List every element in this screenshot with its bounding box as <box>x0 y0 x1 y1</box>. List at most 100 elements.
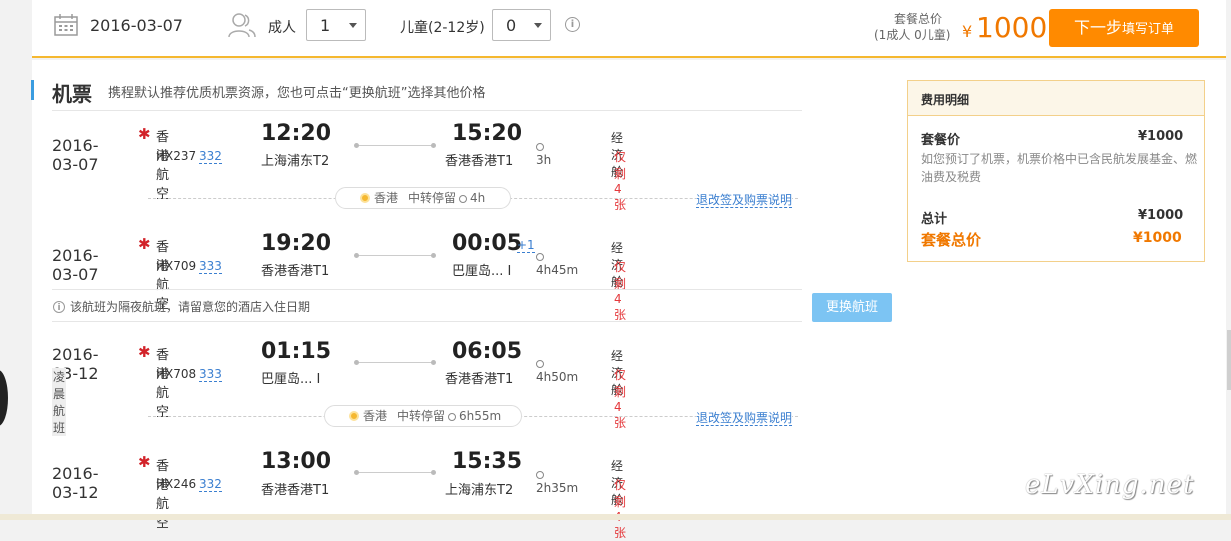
transfer-icon <box>349 411 359 421</box>
transfer-badge: 香港 中转停留 4h <box>335 187 511 209</box>
seats-left: 仅剩4张 <box>614 150 627 212</box>
flight-date: 2016-03-12 <box>52 464 99 502</box>
section-title: 机票 <box>52 82 92 106</box>
package-price-note: 如您预订了机票，机票价格中已含民航发展基金、燃油费及税费 <box>921 152 1198 184</box>
flight-number: HX709 <box>156 259 197 273</box>
section-divider <box>52 110 802 111</box>
airline-logo-icon: ✱ <box>138 453 151 471</box>
notice-divider <box>52 289 802 290</box>
transfer-text: 中转停留 <box>397 409 446 423</box>
route-line <box>356 362 434 363</box>
transfer-duration: 6h55m <box>459 409 502 423</box>
page-edge-shadow <box>0 370 8 426</box>
departure-airport: 巴厘岛... I <box>261 372 321 387</box>
flight-duration: 4h50m <box>536 356 578 384</box>
watermark: eLvXing.net <box>1025 470 1195 500</box>
aircraft-model-link[interactable]: 332 <box>199 477 222 492</box>
adult-value: 1 <box>320 16 331 35</box>
transfer-icon <box>360 193 370 203</box>
seats-left: 仅剩4张 <box>614 368 627 430</box>
flight-duration: 2h35m <box>536 467 578 495</box>
route-dot <box>431 253 436 258</box>
total-label: 套餐总价 <box>894 12 943 26</box>
package-total-label: 套餐总价 <box>921 231 982 249</box>
package-price-value: ¥1000 <box>1138 129 1184 144</box>
seats-left: 仅剩4张 <box>614 478 627 540</box>
flight-number: HX246 <box>156 477 197 491</box>
change-flight-button[interactable]: 更换航班 <box>812 293 892 322</box>
refund-change-rules-link[interactable]: 退改签及购票说明 <box>696 411 793 426</box>
next-step-sub: 填写订单 <box>1122 22 1175 37</box>
departure-airport: 上海浦东T2 <box>261 154 330 169</box>
arrival-airport: 香港香港T1 <box>445 154 514 169</box>
flight-duration: 3h <box>536 139 551 167</box>
info-icon[interactable]: i <box>565 17 580 32</box>
adult-select[interactable]: 1 <box>306 9 366 41</box>
departure-time: 13:00 <box>261 449 332 474</box>
subtotal-label: 总计 <box>921 212 948 227</box>
departure-time: 12:20 <box>261 121 332 146</box>
arrival-airport: 巴厘岛... I <box>452 264 512 279</box>
package-total-value: ¥1000 <box>1133 230 1182 246</box>
duration-value: 4h50m <box>536 370 579 384</box>
arrival-time: 00:05 <box>452 231 523 256</box>
departure-airport: 香港香港T1 <box>261 264 330 279</box>
bottom-strip <box>0 514 1231 520</box>
transfer-city: 香港 <box>374 191 399 205</box>
aircraft-model-link[interactable]: 333 <box>199 259 222 274</box>
clock-icon <box>536 360 544 368</box>
early-morning-tag: 凌晨航班 <box>52 368 67 436</box>
airline-logo-icon: ✱ <box>138 235 151 253</box>
route-line <box>356 255 434 256</box>
airline-name: 香港航空 <box>156 130 170 202</box>
departure-time: 19:20 <box>261 231 332 256</box>
clock-icon <box>459 195 468 203</box>
calendar-icon[interactable] <box>54 14 78 36</box>
adult-label: 成人 <box>268 20 296 36</box>
notice-divider <box>52 321 802 322</box>
child-select[interactable]: 0 <box>492 9 551 41</box>
clock-icon <box>536 471 544 479</box>
total-price: 1000 <box>976 11 1048 44</box>
booking-topbar: 2016-03-07 成人 1 儿童(2-12岁) 0 i 套餐总价 (1成人 … <box>32 0 1226 58</box>
info-icon: i <box>53 301 65 313</box>
duration-value: 4h45m <box>536 263 579 277</box>
aircraft-model-link[interactable]: 333 <box>199 367 222 382</box>
next-step-button[interactable]: 下一步填写订单 <box>1049 9 1199 47</box>
overnight-notice: 该航班为隔夜航班，请留意您的酒店入住日期 <box>70 300 311 314</box>
currency-symbol: ¥ <box>962 22 973 41</box>
transfer-text: 中转停留 <box>408 191 457 205</box>
seats-left: 仅剩4张 <box>614 260 627 322</box>
route-dot <box>354 360 359 365</box>
airline-name: 香港航空 <box>156 348 170 420</box>
clock-icon <box>536 143 544 151</box>
route-dot <box>431 360 436 365</box>
child-label: 儿童(2-12岁) <box>400 20 485 36</box>
chevron-down-icon <box>534 23 542 28</box>
route-dot <box>354 143 359 148</box>
flight-number: HX237 <box>156 149 197 163</box>
flight-number: HX708 <box>156 367 197 381</box>
total-sub: (1成人 0儿童) <box>874 28 951 42</box>
route-dot <box>354 253 359 258</box>
clock-icon <box>536 253 544 261</box>
next-day-link[interactable]: +1 <box>517 238 535 253</box>
arrival-airport: 香港香港T1 <box>445 372 514 387</box>
route-dot <box>431 143 436 148</box>
aircraft-model-link[interactable]: 332 <box>199 149 222 164</box>
airline-logo-icon: ✱ <box>138 125 151 143</box>
section-accent-bar <box>31 80 34 100</box>
arrival-airport: 上海浦东T2 <box>445 483 514 498</box>
flight-duration: 4h45m <box>536 249 578 277</box>
package-price-label: 套餐价 <box>921 133 961 148</box>
travel-date[interactable]: 2016-03-07 <box>90 16 183 35</box>
chevron-down-icon <box>349 23 357 28</box>
refund-change-rules-link[interactable]: 退改签及购票说明 <box>696 193 793 208</box>
change-flight-label: 更换航班 <box>825 300 878 315</box>
scroll-indicator <box>1227 330 1231 390</box>
route-dot <box>431 470 436 475</box>
user-icon <box>228 12 256 38</box>
clock-icon <box>448 413 457 421</box>
child-value: 0 <box>506 16 517 35</box>
fee-detail-panel: 费用明细 套餐价 ¥1000 如您预订了机票，机票价格中已含民航发展基金、燃油费… <box>907 80 1205 262</box>
